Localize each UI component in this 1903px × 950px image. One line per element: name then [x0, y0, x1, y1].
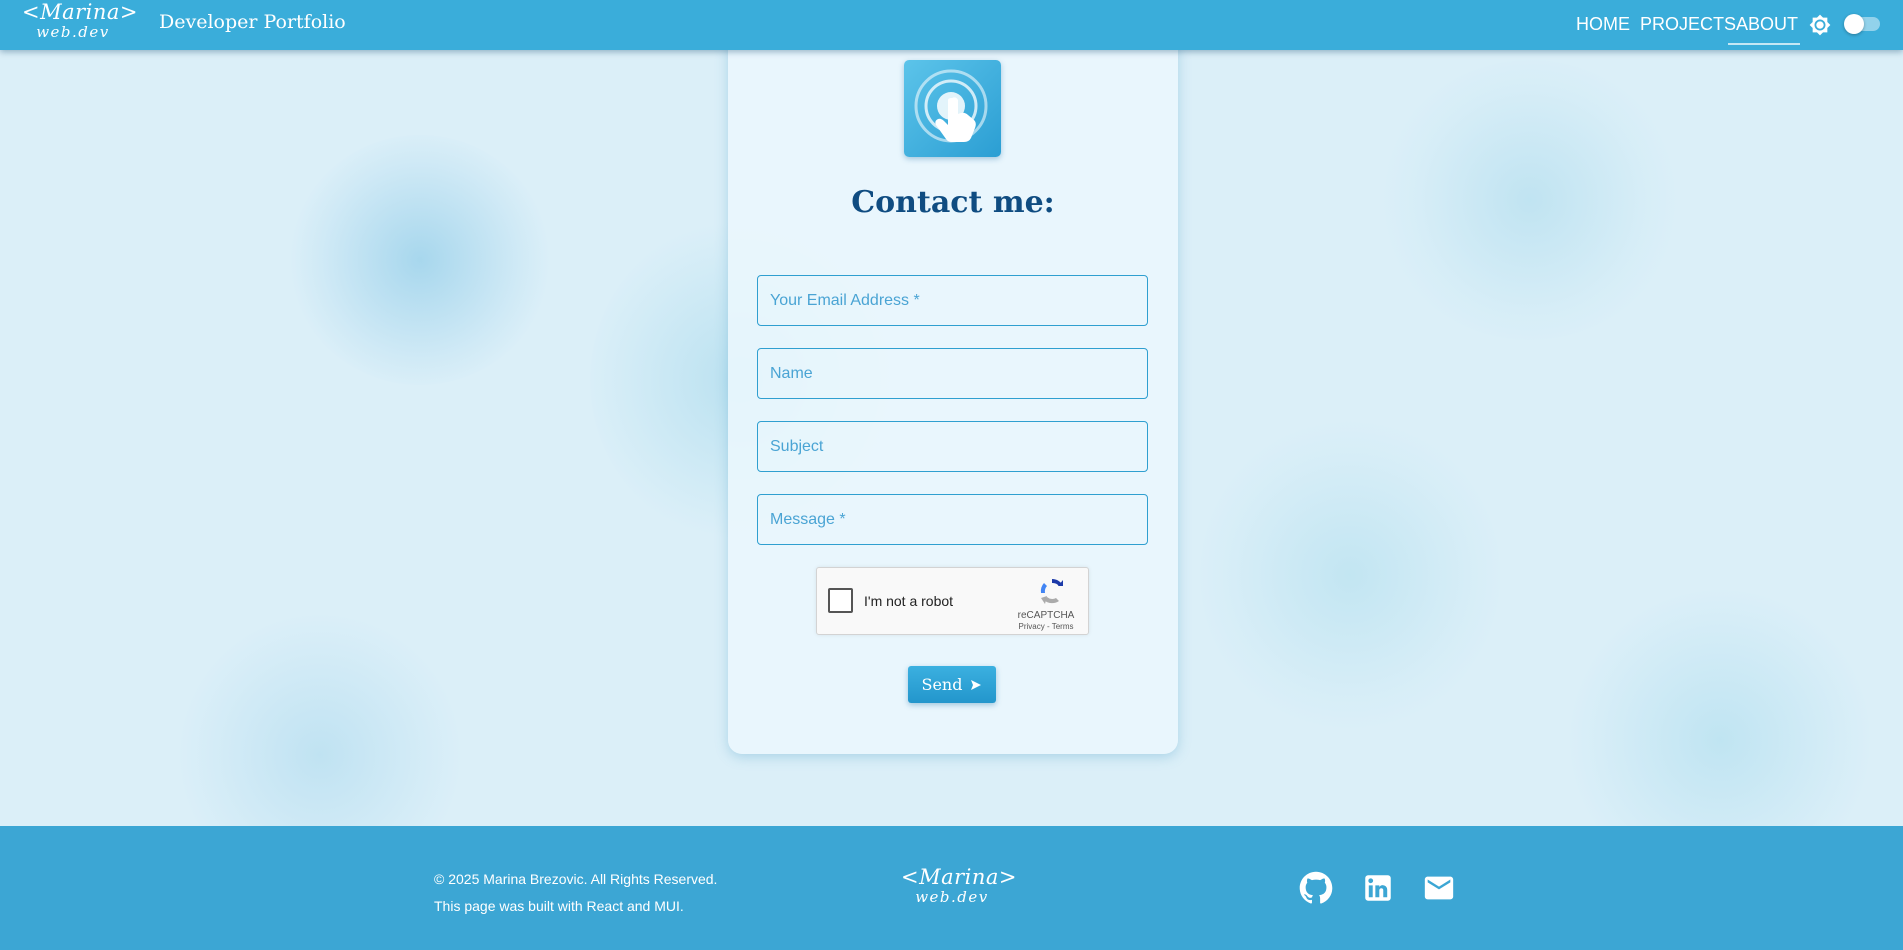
email-field [757, 275, 1148, 326]
message-input[interactable] [758, 495, 1147, 544]
top-app-bar: <Marina> web.dev Developer Portfolio HOM… [0, 0, 1903, 50]
recaptcha-widget: I'm not a robot reCAPTCHA Privacy - Term… [816, 567, 1089, 635]
recaptcha-logo-icon [1040, 578, 1063, 604]
nav-about[interactable]: ABOUT [1736, 14, 1798, 35]
toggle-knob [1844, 14, 1864, 34]
site-logo[interactable]: <Marina> web.dev [22, 0, 139, 41]
send-arrow-icon [971, 679, 982, 690]
recaptcha-checkbox[interactable] [828, 588, 853, 613]
email-icon[interactable] [1422, 871, 1456, 905]
logo-line2: web.dev [36, 23, 110, 41]
site-footer: © 2025 Marina Brezovic. All Rights Reser… [0, 826, 1903, 950]
subject-field [757, 421, 1148, 472]
footer-logo-line1: <Marina> [901, 865, 1018, 889]
subject-input[interactable] [758, 422, 1147, 471]
copyright-text: © 2025 Marina Brezovic. All Rights Reser… [434, 871, 718, 887]
nav-projects[interactable]: PROJECTS [1640, 14, 1736, 35]
footer-logo[interactable]: <Marina> web.dev [901, 865, 1018, 906]
linkedin-icon[interactable] [1361, 871, 1395, 905]
logo-line1: <Marina> [22, 0, 139, 24]
footer-logo-line2: web.dev [915, 888, 989, 906]
active-nav-indicator [1728, 43, 1800, 45]
send-label: Send [921, 675, 963, 694]
brightness-icon[interactable] [1809, 14, 1831, 36]
contact-title: Contact me: [851, 185, 1055, 220]
site-title: Developer Portfolio [159, 11, 346, 33]
name-input[interactable] [758, 349, 1147, 398]
background-blob [290, 135, 550, 385]
message-field [757, 494, 1148, 545]
github-icon[interactable] [1299, 871, 1333, 905]
background-blob [1200, 420, 1500, 730]
built-with-text: This page was built with React and MUI. [434, 898, 684, 914]
recaptcha-label: I'm not a robot [864, 593, 954, 609]
recaptcha-links[interactable]: Privacy - Terms [1011, 622, 1081, 631]
touch-tap-icon [904, 60, 1001, 157]
name-field [757, 348, 1148, 399]
nav-home[interactable]: HOME [1576, 14, 1630, 35]
email-input[interactable] [758, 276, 1147, 325]
recaptcha-brand: reCAPTCHA [1017, 610, 1075, 621]
dark-mode-toggle[interactable] [1844, 14, 1880, 34]
background-blob [1380, 60, 1680, 340]
send-button[interactable]: Send [908, 666, 996, 703]
